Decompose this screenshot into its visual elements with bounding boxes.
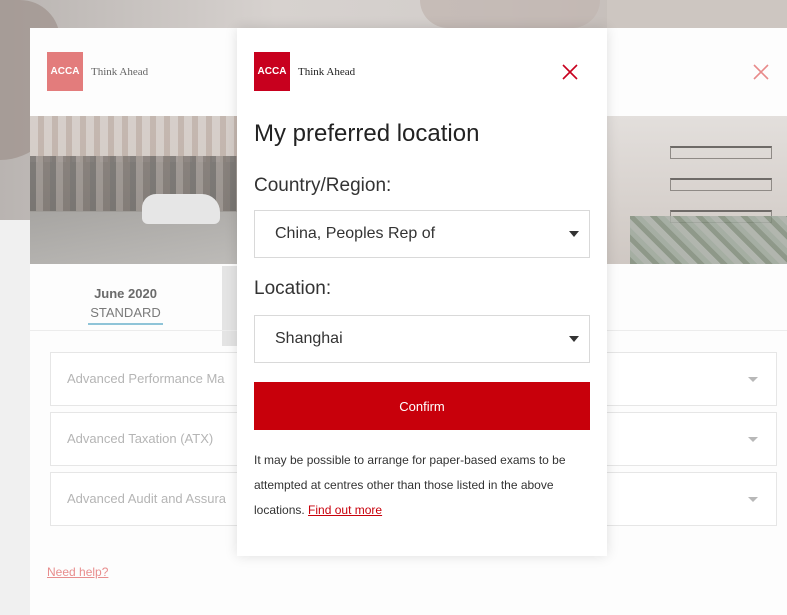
country-label: Country/Region: [254, 175, 392, 196]
photo-balcony [670, 146, 772, 159]
acca-logo: ACCA Think Ahead [254, 52, 355, 91]
close-icon[interactable] [562, 64, 578, 80]
accordion-label: Advanced Performance Ma [67, 371, 225, 386]
acca-logo: ACCA Think Ahead [47, 52, 148, 91]
accordion-label: Advanced Audit and Assura [67, 491, 227, 506]
note-text: It may be possible to arrange for paper-… [254, 453, 566, 517]
confirm-button[interactable]: Confirm [254, 382, 590, 430]
tab-june-2020[interactable]: June 2020 STANDARD [88, 286, 163, 325]
background-blur-shape [420, 0, 600, 28]
tab-label: STANDARD [88, 305, 163, 325]
location-label: Location: [254, 278, 332, 299]
modal-title: My preferred location [254, 120, 480, 147]
country-select[interactable]: China, Peoples Rep of [254, 210, 590, 258]
background-strip [607, 0, 787, 28]
accordion-label: Advanced Taxation (ATX) [67, 431, 214, 446]
acca-logo-mark: ACCA [254, 52, 290, 91]
location-select-value: Shanghai [275, 330, 343, 347]
preferred-location-modal: ACCA Think Ahead My preferred location C… [237, 28, 607, 556]
caret-down-icon [569, 336, 579, 342]
photo-plants [630, 216, 787, 264]
acca-logo-mark: ACCA [47, 52, 83, 91]
find-out-more-link[interactable]: Find out more [308, 503, 382, 517]
caret-down-icon [748, 437, 758, 442]
acca-logo-tagline: Think Ahead [298, 65, 356, 78]
acca-logo-tagline: Think Ahead [91, 65, 149, 78]
paper-exam-note: It may be possible to arrange for paper-… [254, 448, 594, 523]
need-help-link[interactable]: Need help? [47, 565, 108, 579]
caret-down-icon [569, 231, 579, 237]
location-select[interactable]: Shanghai [254, 315, 590, 363]
background-strip [0, 220, 30, 615]
tab-date: June 2020 [94, 286, 157, 301]
photo-car [142, 194, 220, 224]
country-select-value: China, Peoples Rep of [275, 225, 436, 242]
photo-balcony [670, 178, 772, 191]
caret-down-icon [748, 497, 758, 502]
caret-down-icon [748, 377, 758, 382]
close-icon[interactable] [753, 64, 769, 80]
